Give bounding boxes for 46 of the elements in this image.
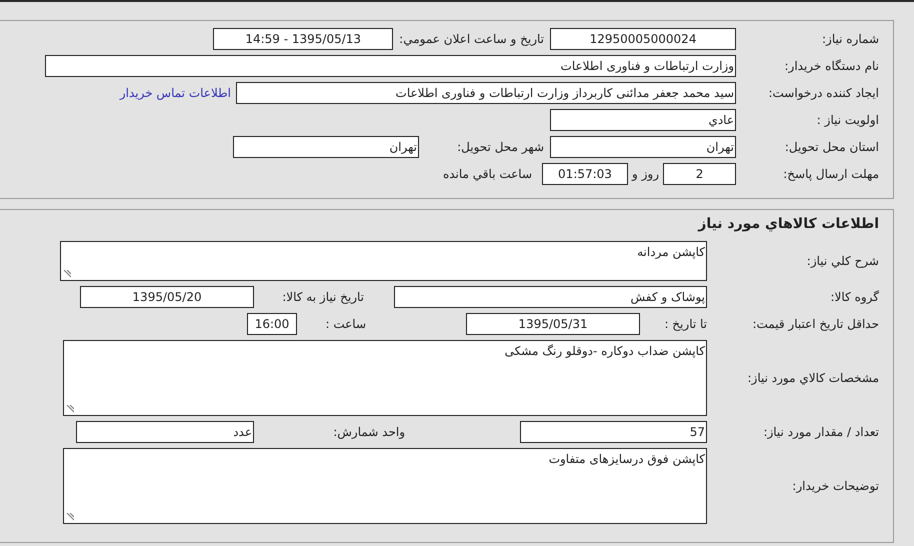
- section-title: اطلاعات کالاهاي مورد نیاز: [696, 216, 879, 234]
- days-unit-label: روز و: [630, 166, 660, 182]
- notes-text-area[interactable]: کاپشن فوق درسایزهای متفاوت: [63, 448, 707, 524]
- field-label: گروه کالا:: [830, 290, 879, 304]
- field-label: ساعت :: [324, 316, 367, 332]
- field-label: ایجاد کننده درخواست:: [767, 86, 879, 100]
- requester-field[interactable]: سید محمد جعفر مدائنی کاربرداز وزارت ارتباطات و فناوری اطلاعات: [236, 82, 736, 104]
- field-label: حداقل تاریخ اعتبار قیمت:: [751, 316, 879, 332]
- field-label: شماره نیاز:: [821, 32, 879, 46]
- field-label: تا تاریخ :: [663, 316, 707, 332]
- need-number-field[interactable]: 12950005000024: [550, 28, 736, 50]
- buyer-org-field[interactable]: وزارت ارتباطات و فناوری اطلاعات: [45, 55, 736, 77]
- resize-grip-icon[interactable]: [63, 270, 71, 278]
- field-label: شهر محل تحویل:: [456, 140, 545, 154]
- field-label: واحد شمارش:: [332, 424, 406, 440]
- field-label: مهلت ارسال پاسخ:: [782, 166, 879, 182]
- field-value: کاپشن مردانه: [637, 245, 705, 260]
- field-label: استان محل تحویل:: [784, 140, 879, 154]
- field-label: اولویت نیاز :: [816, 112, 879, 128]
- time-unit-label: ساعت باقي مانده: [442, 166, 533, 182]
- resize-grip-icon[interactable]: [66, 513, 74, 521]
- field-label: توضیحات خریدار:: [791, 478, 879, 494]
- description-text-area[interactable]: کاپشن مردانه: [60, 241, 707, 281]
- field-label: تاریخ و ساعت اعلان عمومي:: [399, 32, 545, 46]
- unit-field[interactable]: عدد: [76, 421, 254, 443]
- field-value: کاپشن فوق درسایزهای متفاوت: [548, 452, 705, 466]
- validity-date-field[interactable]: 1395/05/31: [466, 313, 640, 335]
- days-field[interactable]: 2: [663, 163, 736, 185]
- specifications-text-area[interactable]: کاپشن ضداب دوکاره -دوقلو رنگ مشکی: [63, 340, 707, 416]
- city-field[interactable]: تهران: [233, 136, 419, 158]
- goods-group-field[interactable]: پوشاک و کفش: [394, 286, 707, 308]
- quantity-field[interactable]: 57: [520, 421, 707, 443]
- resize-grip-icon[interactable]: [66, 405, 74, 413]
- field-label: شرح کلي نیاز:: [806, 254, 879, 268]
- province-field[interactable]: تهران: [550, 136, 736, 158]
- field-label: مشخصات کالاي مورد نیاز:: [746, 370, 879, 386]
- field-label: نام دستگاه خریدار:: [784, 58, 879, 74]
- time-remaining-field[interactable]: 01:57:03: [542, 163, 628, 185]
- field-label: تاریخ نیاز به کالا:: [281, 290, 365, 304]
- field-value: کاپشن ضداب دوکاره -دوقلو رنگ مشکی: [504, 344, 705, 358]
- announce-date-field[interactable]: 1395/05/13 - 14:59: [213, 28, 394, 50]
- validity-time-field[interactable]: 16:00: [247, 313, 297, 335]
- need-date-field[interactable]: 1395/05/20: [80, 286, 254, 308]
- field-label: تعداد / مقدار مورد نیاز:: [762, 424, 879, 440]
- priority-field[interactable]: عادي: [550, 109, 736, 131]
- buyer-contact-link[interactable]: اطلاعات تماس خریدار: [120, 86, 231, 100]
